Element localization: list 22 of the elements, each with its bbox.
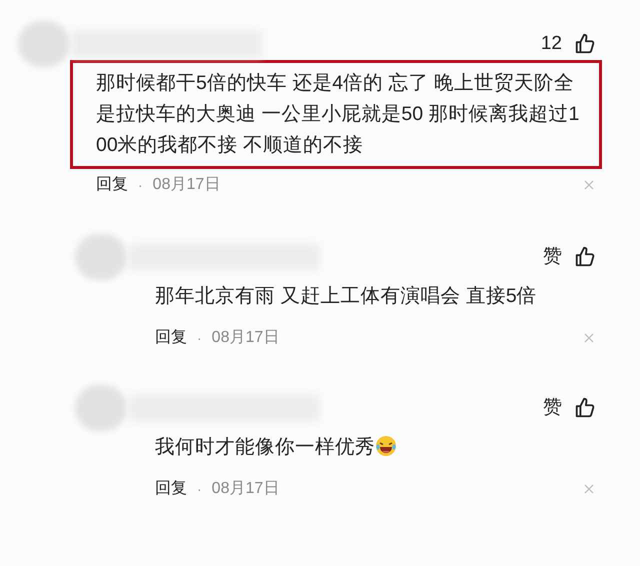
reply-button[interactable]: 回复 (155, 477, 187, 501)
comment-date: 08月17日 (212, 328, 280, 348)
thumbs-up-icon[interactable] (574, 397, 596, 419)
separator-dot: · (138, 176, 143, 194)
separator-dot: · (197, 328, 202, 348)
blurred-avatar (18, 21, 70, 67)
like-count: 赞 (543, 244, 562, 269)
comment-date: 08月17日 (152, 175, 220, 195)
comment-text: 那时候都干5倍的快车 还是4倍的 忘了 晚上世贸天阶全是拉快车的大奥迪 一公里小屁就是50 那时候离我超过100米的我都不接 不顺道的不接 (96, 71, 580, 158)
comment-text: 那年北京有雨 又赶上工体有演唱会 直接5倍 (155, 284, 538, 309)
separator-dot: · (197, 480, 202, 498)
laughing-emoji-icon (375, 435, 397, 457)
blurred-avatar (75, 385, 127, 431)
thumbs-up-icon[interactable] (574, 33, 596, 55)
blurred-avatar (75, 234, 127, 280)
reply-button[interactable]: 回复 (96, 173, 128, 197)
reply-button[interactable]: 回复 (155, 326, 187, 350)
like-count: 赞 (543, 396, 562, 420)
comment-text: 我何时才能像你一样优秀 (155, 432, 596, 463)
comment-date: 08月17日 (212, 479, 280, 499)
like-count: 12 (540, 32, 562, 56)
thumbs-up-icon[interactable] (574, 246, 596, 268)
